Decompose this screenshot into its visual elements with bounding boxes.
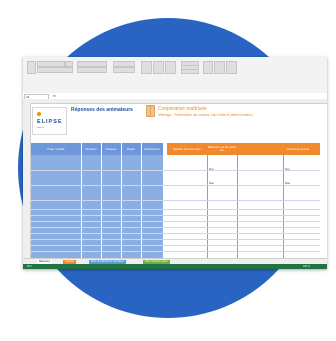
row-divider: [31, 221, 320, 222]
header-departement[interactable]: Département: [141, 143, 163, 155]
cell-no[interactable]: Non: [285, 181, 290, 185]
status-bar: Prêt 100 %: [23, 264, 327, 269]
logo-subtext: elipse.fr: [37, 127, 45, 129]
row-divider: [31, 233, 320, 234]
conditional-format-button[interactable]: [141, 61, 152, 74]
row-divider: [31, 209, 320, 210]
header-project[interactable]: Projet / Activité: [31, 143, 81, 155]
row-divider: [31, 245, 320, 246]
cell-no[interactable]: Non: [209, 181, 214, 185]
cell-yes[interactable]: Oui: [209, 167, 213, 171]
row-divider: [31, 185, 320, 186]
course-subtitle: Affichage - Présentation des travaux, su…: [158, 113, 253, 117]
logo-dot-icon: [37, 112, 41, 116]
header-reflexions[interactable]: Réflexions sur les points clés: [207, 143, 237, 155]
font-format-buttons[interactable]: [37, 67, 73, 73]
number-buttons[interactable]: [113, 67, 135, 73]
header-criteres[interactable]: Critères de réussite: [283, 143, 313, 155]
column-headers: [23, 99, 327, 104]
indent-buttons[interactable]: [77, 67, 107, 73]
format-button[interactable]: [181, 69, 199, 74]
autosum-button[interactable]: [203, 61, 213, 74]
header-coequipe[interactable]: Coéquipe: [101, 143, 121, 155]
format-as-table-button[interactable]: [153, 61, 164, 74]
cell-yes[interactable]: Oui: [285, 167, 289, 171]
header-region[interactable]: Région: [121, 143, 141, 155]
sheet-title: Réponses des animateurs: [71, 107, 133, 113]
course-title: Coopérative maîtrisée: [158, 106, 207, 112]
row-divider: [31, 170, 320, 171]
row-divider: [31, 200, 320, 201]
paste-button[interactable]: [27, 61, 36, 74]
spreadsheet-window: A1 fx ELIPSE elipse.fr Réponses des anim…: [23, 57, 327, 269]
row-headers: [23, 103, 31, 258]
header-animateur[interactable]: Animateur: [81, 143, 101, 155]
row-divider: [31, 239, 320, 240]
zoom-level[interactable]: 100 %: [303, 264, 310, 269]
row-divider: [31, 227, 320, 228]
ribbon-toolbar: [23, 57, 327, 94]
row-divider: [31, 251, 320, 252]
logo-text: ELIPSE: [37, 119, 63, 125]
find-select-button[interactable]: [226, 61, 237, 74]
cell-styles-button[interactable]: [165, 61, 176, 74]
sort-filter-button[interactable]: [214, 61, 225, 74]
cupboard-icon: [146, 105, 155, 117]
row-divider: [31, 215, 320, 216]
status-ready: Prêt: [27, 265, 32, 268]
elipse-logo: ELIPSE elipse.fr: [32, 107, 67, 135]
header-question[interactable]: Question de la formation: [167, 143, 207, 155]
